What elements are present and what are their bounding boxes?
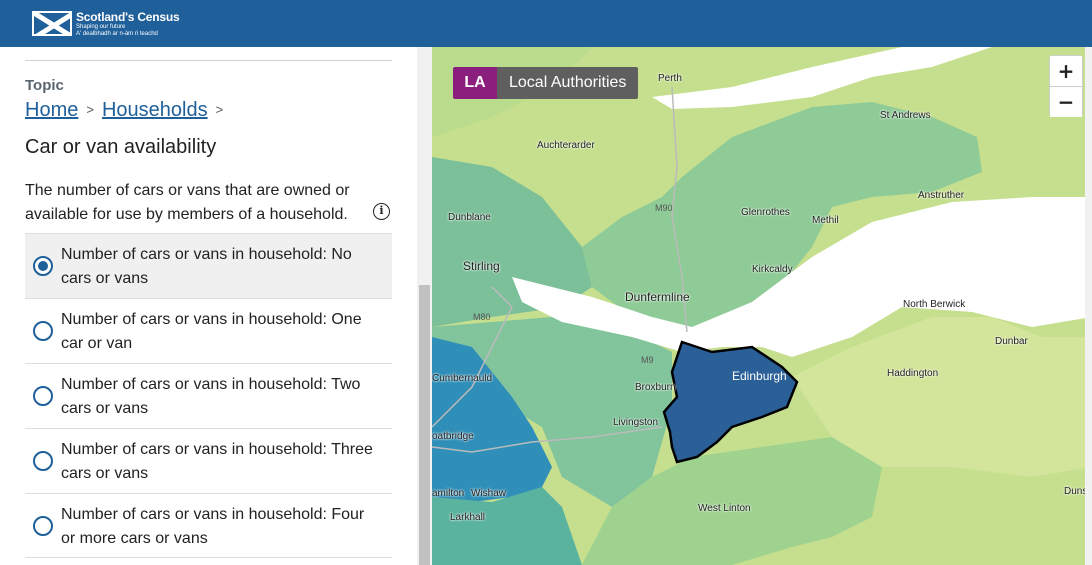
geography-level-badge[interactable]: LA Local Authorities <box>453 67 639 99</box>
place-auchterarder: Auchterarder <box>537 140 595 151</box>
topic-sidebar: Topic Home > Households > Car or van availa… <box>0 47 432 565</box>
breadcrumb: Home > Households > <box>25 99 231 122</box>
place-glenrothes: Glenrothes <box>741 207 790 218</box>
option-one-car[interactable]: Number of cars or vans in household: One… <box>25 298 392 363</box>
radio-icon[interactable] <box>33 451 53 471</box>
radio-selected-icon[interactable] <box>33 256 53 276</box>
place-dunblane: Dunblane <box>448 212 491 223</box>
place-methil: Methil <box>812 215 839 226</box>
option-two-cars[interactable]: Number of cars or vans in household: Two… <box>25 363 392 428</box>
info-icon[interactable]: i <box>373 203 390 220</box>
place-kirkcaldy: Kirkcaldy <box>752 264 793 275</box>
option-label: Number of cars or vans in household: Two… <box>61 376 361 417</box>
page-scrollbar[interactable] <box>1085 47 1092 565</box>
sidebar-scrollbar[interactable] <box>417 47 432 565</box>
place-dunfermline: Dunfermline <box>625 290 690 304</box>
place-north-berwick: North Berwick <box>903 299 966 310</box>
topic-label: Topic <box>25 77 64 94</box>
saltire-flag-logo[interactable] <box>32 11 72 36</box>
topic-description: The number of cars or vans that are owne… <box>25 182 350 223</box>
brand-title[interactable]: Scotland's Census <box>76 10 180 24</box>
divider <box>25 60 392 61</box>
option-three-cars[interactable]: Number of cars or vans in household: Thr… <box>25 428 392 493</box>
radio-icon[interactable] <box>33 516 53 536</box>
option-label: Number of cars or vans in household: Fou… <box>61 506 365 547</box>
place-stirling: Stirling <box>463 259 500 273</box>
option-no-cars[interactable]: Number of cars or vans in household: No … <box>25 233 392 298</box>
choropleth-map[interactable]: Perth St Andrews Auchterarder Anstruther… <box>432 47 1092 565</box>
radio-icon[interactable] <box>33 321 53 341</box>
option-label: Number of cars or vans in household: No … <box>61 246 352 287</box>
road-label-m90: M90 <box>655 203 673 213</box>
site-header: Scotland's Census Shaping our future A' … <box>0 0 1092 47</box>
option-four-plus-cars[interactable]: Number of cars or vans in household: Fou… <box>25 493 392 558</box>
map-canvas[interactable] <box>432 47 1092 565</box>
place-edinburgh: Edinburgh <box>732 369 787 383</box>
zoom-out-button[interactable]: − <box>1050 87 1082 117</box>
breadcrumb-separator: > <box>215 102 224 117</box>
place-broxburn: Broxburn <box>635 382 676 393</box>
breadcrumb-home-link[interactable]: Home <box>25 99 78 121</box>
place-st-andrews: St Andrews <box>880 110 931 121</box>
zoom-control: + − <box>1049 55 1083 117</box>
place-perth: Perth <box>658 73 682 84</box>
place-dunbar: Dunbar <box>995 336 1028 347</box>
scrollbar-thumb[interactable] <box>419 285 430 565</box>
breadcrumb-separator: > <box>86 102 94 117</box>
page-title: Car or van availability <box>25 136 217 158</box>
badge-label: Local Authorities <box>497 67 639 99</box>
place-cumbernauld: Cumbernauld <box>432 373 493 384</box>
breadcrumb-households-link[interactable]: Households <box>102 99 208 121</box>
place-duns: Duns <box>1064 486 1088 497</box>
option-label: Number of cars or vans in household: Thr… <box>61 441 373 482</box>
option-label: Number of cars or vans in household: One… <box>61 311 362 352</box>
place-larkhall: Larkhall <box>450 512 486 523</box>
place-west-linton: West Linton <box>698 503 751 514</box>
category-options: Number of cars or vans in household: No … <box>25 233 392 558</box>
badge-code: LA <box>453 67 497 99</box>
radio-icon[interactable] <box>33 386 53 406</box>
place-haddington: Haddington <box>887 368 939 379</box>
place-coatbridge: oatbridge <box>432 431 474 442</box>
brand-tagline-en: Shaping our future <box>76 24 126 30</box>
place-wishaw: Wishaw <box>471 488 507 499</box>
place-hamilton: amilton <box>432 488 465 499</box>
road-label-m9: M9 <box>641 355 654 365</box>
zoom-in-button[interactable]: + <box>1050 56 1082 86</box>
brand-tagline-gd: A' dealbhadh ar n-àm ri teachd <box>76 31 158 37</box>
road-label-m80: M80 <box>473 312 491 322</box>
place-anstruther: Anstruther <box>918 190 965 201</box>
place-livingston: Livingston <box>613 417 659 428</box>
